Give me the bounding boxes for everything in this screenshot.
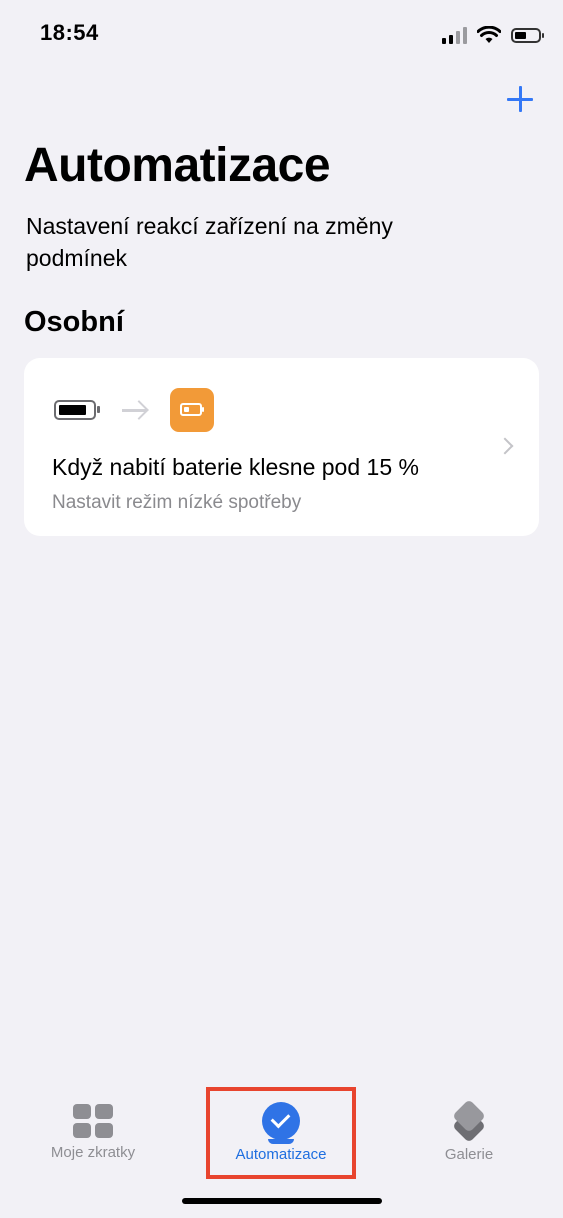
status-time: 18:54 — [40, 20, 99, 45]
tab-label: Galerie — [444, 1146, 494, 1163]
home-indicator — [182, 1198, 382, 1204]
automation-clock-icon — [262, 1102, 300, 1144]
low-power-battery-icon — [170, 388, 214, 432]
tab-bar: Moje zkratky Automatizace Galerie — [0, 1090, 563, 1180]
tab-label: Moje zkratky — [50, 1144, 136, 1161]
arrow-right-icon — [122, 400, 148, 420]
grid-icon — [73, 1104, 113, 1138]
status-icons — [442, 22, 544, 48]
wifi-icon — [477, 26, 501, 43]
automation-card[interactable]: Když nabití baterie klesne pod 15 % Nast… — [24, 358, 539, 536]
tab-my-shortcuts[interactable]: Moje zkratky — [13, 1090, 173, 1161]
automation-subtitle: Nastavit režim nízké spotřeby — [52, 492, 302, 513]
page-subtitle: Nastavení reakcí zařízení na změny podmí… — [26, 213, 393, 271]
add-automation-button[interactable] — [503, 82, 537, 116]
battery-icon — [511, 27, 544, 43]
tab-gallery[interactable]: Galerie — [389, 1090, 549, 1163]
battery-icon — [54, 400, 100, 420]
layers-icon — [449, 1099, 489, 1143]
tab-label: Automatizace — [235, 1146, 327, 1163]
automation-icons — [54, 388, 214, 432]
cellular-signal-icon — [442, 26, 467, 44]
tab-automation[interactable]: Automatizace — [201, 1090, 361, 1163]
chevron-right-icon — [496, 437, 514, 455]
section-title-personal: Osobní — [24, 306, 124, 338]
page-title: Automatizace — [24, 139, 331, 192]
automation-title: Když nabití baterie klesne pod 15 % — [52, 454, 419, 480]
